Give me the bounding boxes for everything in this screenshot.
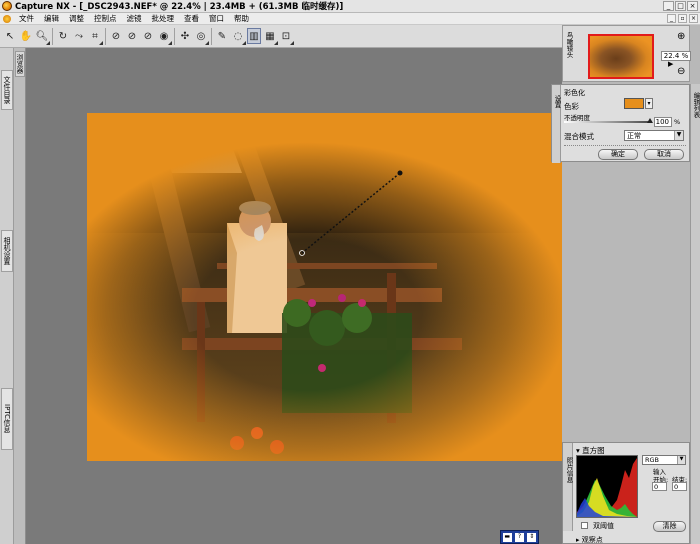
lasso-icon[interactable]: ◌ [231, 28, 246, 45]
watch-point-section[interactable]: ▸ 观察点 [576, 535, 603, 544]
menu-control-point[interactable]: 控制点 [89, 13, 122, 24]
tab-camera-settings[interactable]: 相机设置 [1, 230, 13, 272]
doc-close-button[interactable]: × [689, 14, 698, 23]
menu-view[interactable]: 查看 [179, 13, 204, 24]
colorize-panel: 设置 彩色化 色彩 ▾ 不透明度 100 % 混合模式 正常 ▼ 确定 取消 [551, 84, 690, 163]
document-icon[interactable] [3, 14, 11, 23]
menu-help[interactable]: 帮助 [229, 13, 254, 24]
selection-mode-icon[interactable]: ⊡ [279, 28, 294, 45]
toolbar-divider [211, 27, 212, 45]
menu-batch[interactable]: 批处理 [147, 13, 180, 24]
photo-image [87, 113, 612, 461]
edit-list-strip: 编辑列表 [690, 84, 700, 544]
histogram-graph[interactable] [576, 455, 638, 518]
navigator-thumbnail[interactable] [588, 34, 654, 79]
window-controls: _ □ × [663, 1, 698, 11]
close-button[interactable]: × [687, 1, 698, 11]
navigator-panel: 鸟瞰镜头 ⊕ ▶ 22.4 % ⊖ [562, 25, 691, 82]
app-logo-icon [2, 1, 12, 11]
end-input[interactable]: 0 [672, 482, 687, 491]
channel-select[interactable]: RGB ▼ [642, 455, 686, 465]
image-canvas[interactable] [87, 113, 612, 461]
dual-threshold-label: 双阈值 [593, 522, 614, 530]
brush-icon[interactable]: ✎ [215, 28, 229, 44]
color-point-icon[interactable]: ✣ [178, 28, 192, 44]
toolbar: ↖ ✋ 🔍︎ ↻ ⤳ ⌗ ⊘ ⊘ ⊘ ◉ ✣ ◎ ✎ ◌ ▥ ▦ ⊡ [0, 25, 562, 48]
chevron-down-icon[interactable]: ▼ [674, 131, 683, 140]
status-widget: ▬ ? ⇕ [500, 530, 539, 544]
tab-edit-list[interactable]: 编辑列表 [691, 92, 700, 118]
dual-threshold-checkbox[interactable] [581, 522, 588, 529]
opacity-slider-handle[interactable] [647, 118, 653, 123]
menu-file[interactable]: 文件 [14, 13, 39, 24]
doc-minimize-button[interactable]: _ [667, 14, 676, 23]
red-eye-icon[interactable]: ◉ [157, 28, 172, 45]
zoom-value[interactable]: 22.4 % [661, 51, 691, 61]
menu-filter[interactable]: 滤镜 [122, 13, 147, 24]
zoom-icon[interactable]: 🔍︎ [35, 28, 50, 45]
hand-icon[interactable]: ✋ [19, 28, 33, 44]
zoom-out-icon[interactable]: ⊖ [677, 66, 685, 77]
document-controls: _ ▫ × [667, 14, 698, 23]
menu-adjust[interactable]: 调整 [64, 13, 89, 24]
maximize-button[interactable]: □ [675, 1, 686, 11]
toolbar-divider [105, 27, 106, 45]
doc-restore-button[interactable]: ▫ [678, 14, 687, 23]
tab-file-directory[interactable]: 文件目录 [1, 70, 13, 110]
toolbar-divider [174, 27, 175, 45]
opacity-input[interactable]: 100 [654, 117, 672, 127]
left-panel-strip: 文件目录 相机设置 IPTC信息 [0, 48, 14, 544]
blend-mode-value: 正常 [627, 132, 641, 140]
scroll-icon[interactable]: ⇕ [527, 532, 537, 542]
colorize-title: 彩色化 [564, 89, 585, 97]
start-input[interactable]: 0 [652, 482, 667, 491]
title-bar: Capture NX - [_DSC2943.NEF* @ 22.4% | 23… [0, 0, 700, 13]
toolbar-divider [52, 27, 53, 45]
arrow-icon[interactable]: ↖ [3, 28, 17, 44]
divider [564, 145, 686, 146]
settings-strip: 设置 [552, 85, 561, 163]
settings-label: 设置 [553, 95, 561, 108]
ok-button[interactable]: 确定 [598, 149, 638, 160]
navigator-label: 鸟瞰镜头 [565, 32, 573, 58]
color-picker-button[interactable]: ▾ [645, 98, 653, 109]
photo-info-label: 照片信息 [565, 457, 573, 483]
tab-browser[interactable]: 浏览器 [15, 51, 25, 77]
eye-icon[interactable]: ◎ [194, 28, 209, 45]
opacity-unit: % [674, 118, 681, 126]
blend-mode-select[interactable]: 正常 ▼ [624, 130, 684, 141]
menu-edit[interactable]: 编辑 [39, 13, 64, 24]
color-label: 色彩 [564, 102, 579, 111]
minimize-icon[interactable]: ▬ [502, 532, 512, 542]
black-point-icon[interactable]: ⊘ [109, 28, 123, 44]
zoom-in-icon[interactable]: ⊕ [677, 31, 685, 42]
gradient-icon[interactable]: ▥ [247, 28, 261, 44]
chevron-down-icon[interactable]: ▼ [677, 456, 685, 464]
gradient-end-point[interactable] [397, 170, 403, 176]
blend-mode-label: 混合模式 [564, 132, 594, 141]
crop-icon[interactable]: ⌗ [88, 28, 103, 45]
menu-window[interactable]: 窗口 [204, 13, 229, 24]
fill-icon[interactable]: ▦ [263, 28, 278, 45]
photo-info-strip: 照片信息 [563, 443, 573, 531]
rotate-icon[interactable]: ↻ [56, 28, 70, 44]
white-point-icon[interactable]: ⊘ [125, 28, 139, 44]
cancel-button[interactable]: 取消 [644, 149, 684, 160]
minimize-button[interactable]: _ [663, 1, 674, 11]
opacity-slider[interactable] [564, 121, 652, 123]
tab-iptc-info[interactable]: IPTC信息 [1, 388, 13, 450]
help-icon[interactable]: ? [514, 532, 524, 542]
clear-button[interactable]: 清除 [653, 521, 686, 532]
color-swatch[interactable] [624, 98, 644, 109]
neutral-point-icon[interactable]: ⊘ [141, 28, 155, 44]
browser-strip: 浏览器 [14, 48, 26, 544]
window-title: Capture NX - [_DSC2943.NEF* @ 22.4% | 23… [15, 2, 344, 12]
channel-value: RGB [645, 456, 660, 464]
histogram-panel: 照片信息 ▾ 直方图 RGB ▼ 输入 开始: 结束: 0 0 双阈值 清除 ▸… [562, 442, 690, 544]
straighten-icon[interactable]: ⤳ [72, 28, 86, 44]
menu-bar: 文件 编辑 调整 控制点 滤镜 批处理 查看 窗口 帮助 _ ▫ × [0, 13, 700, 25]
navigator-arrow-icon[interactable]: ▶ [668, 60, 673, 68]
